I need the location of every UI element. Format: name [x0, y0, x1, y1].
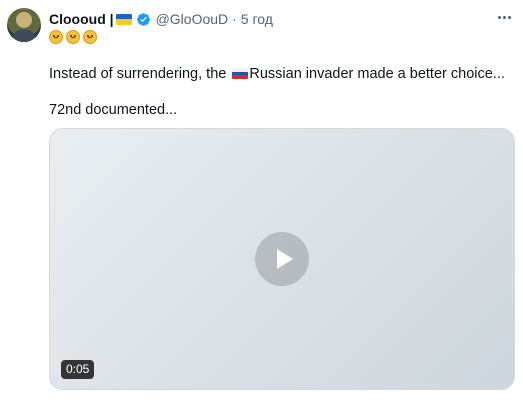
handle[interactable]: @GloOouD	[156, 11, 229, 27]
avatar[interactable]	[7, 8, 41, 42]
ukraine-flag-icon	[115, 13, 132, 25]
russia-flag-icon	[232, 68, 249, 79]
timestamp[interactable]: 5 год	[241, 11, 273, 27]
separator-dot: ·	[232, 11, 237, 27]
emoji-icon	[49, 30, 63, 44]
tweet[interactable]: Cloooud | @GloOouD · 5 год Instead of su…	[0, 0, 523, 403]
emoji-row	[49, 30, 97, 44]
tweet-header: Cloooud | @GloOouD · 5 год	[49, 9, 513, 29]
tweet-text-part: Russian invader made a better choice...	[249, 66, 505, 82]
display-name[interactable]: Cloooud |	[49, 11, 114, 27]
tweet-text-line-1: Instead of surrendering, the Russian inv…	[49, 65, 505, 83]
more-icon[interactable]	[493, 6, 515, 28]
emoji-icon	[83, 30, 97, 44]
video-media-placeholder[interactable]: 0:05	[49, 128, 515, 390]
play-icon[interactable]	[255, 232, 309, 286]
duration-badge: 0:05	[61, 360, 95, 379]
tweet-text-line-2: 72nd documented...	[49, 102, 178, 118]
verified-badge-icon[interactable]	[136, 12, 151, 27]
emoji-icon	[66, 30, 80, 44]
tweet-text-part: Instead of surrendering, the	[49, 66, 231, 82]
